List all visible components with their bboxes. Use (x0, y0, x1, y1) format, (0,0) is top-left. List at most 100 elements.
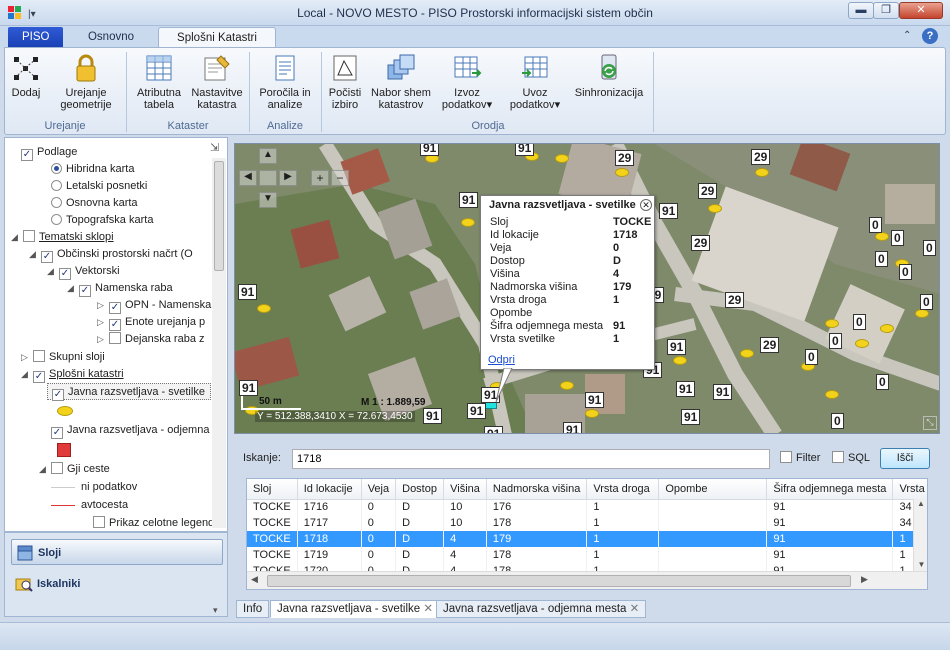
filter-checkbox[interactable]: Filter (780, 451, 820, 464)
radio-selected[interactable] (51, 163, 62, 174)
radio-osnovna[interactable]: Osnovna karta (51, 195, 138, 212)
pocisti-izbiro-button[interactable]: Počisti izbiro (325, 53, 365, 115)
checkbox-checked[interactable]: ✓ (52, 389, 64, 401)
lamp-point[interactable] (755, 168, 769, 177)
tab-close-icon[interactable]: ✕ (423, 603, 433, 615)
urejanje-geometrije-button[interactable]: Urejanje geometrije (55, 53, 117, 115)
checkbox-checked[interactable]: ✓ (109, 319, 121, 331)
tree-item-podlage[interactable]: ✓ Podlage (21, 144, 77, 161)
tree-item-vektorski[interactable]: ◢ ✓ Vektorski (47, 263, 120, 280)
expand-icon[interactable]: ▷ (97, 297, 107, 314)
tree-item-namenska[interactable]: ◢ ✓ Namenska raba (67, 280, 173, 297)
column-header[interactable]: Id lokacije (297, 479, 362, 500)
table-row[interactable]: TOCKE 1717 0 D 10 178 1 91 34 (247, 515, 927, 531)
nastavitve-katastra-button[interactable]: Nastavitve katastra (189, 53, 245, 115)
pan-down-icon[interactable]: ▼ (259, 192, 277, 208)
radio-topografska[interactable]: Topografska karta (51, 212, 153, 229)
tab-javna-svetilke[interactable]: Javna razsvetljava - svetilke ✕ (270, 600, 441, 618)
checkbox-checked[interactable]: ✓ (51, 427, 63, 439)
checkbox[interactable] (109, 332, 121, 344)
izvoz-podatkov-button[interactable]: Izvoz podatkov▾ (435, 53, 499, 115)
porocila-analize-button[interactable]: Poročila in analize (255, 53, 315, 115)
tab-osnovno[interactable]: Osnovno (72, 27, 150, 48)
grid-horizontal-scrollbar[interactable]: ◀ ▶ (247, 571, 927, 589)
nav-sloji[interactable]: Sloji (11, 539, 223, 565)
dodaj-button[interactable]: Dodaj (9, 53, 43, 115)
column-header[interactable]: Vrsta (892, 479, 927, 500)
lamp-point[interactable] (825, 390, 839, 399)
radio[interactable] (51, 180, 62, 191)
pan-up-icon[interactable]: ▲ (259, 148, 277, 164)
tab-javna-odjemna[interactable]: Javna razsvetljava - odjemna mesta ✕ (436, 600, 647, 618)
collapse-ribbon-icon[interactable]: ⌃ (903, 30, 911, 41)
checkbox[interactable] (51, 462, 63, 474)
popup-open-link[interactable]: Odpri (488, 354, 515, 366)
maximize-button[interactable]: ❐ (873, 2, 899, 19)
minimize-button[interactable]: ▬ (848, 2, 874, 19)
checkbox-checked[interactable]: ✓ (41, 251, 53, 263)
uvoz-podatkov-button[interactable]: Uvoz podatkov▾ (503, 53, 567, 115)
expand-icon[interactable]: ▷ (21, 349, 31, 366)
popup-close-icon[interactable]: ✕ (640, 199, 652, 211)
lamp-point[interactable] (825, 319, 839, 328)
tree-item-skupni[interactable]: ▷ Skupni sloji (21, 349, 105, 366)
column-header[interactable]: Sloj (247, 479, 298, 500)
collapse-icon[interactable]: ◢ (47, 263, 57, 280)
nav-iskalniki[interactable]: Iskalniki (11, 571, 223, 597)
pan-right-icon[interactable]: ▶ (279, 170, 297, 186)
grid-vertical-scrollbar[interactable]: ▲ ▼ (913, 499, 927, 571)
column-header[interactable]: Opombe (658, 479, 768, 500)
zoom-out-icon[interactable]: − (331, 170, 349, 186)
zoom-in-icon[interactable]: + (311, 170, 329, 186)
lamp-point[interactable] (875, 232, 889, 241)
lamp-point[interactable] (257, 304, 271, 313)
checkbox-checked[interactable]: ✓ (79, 285, 91, 297)
lamp-point[interactable] (880, 324, 894, 333)
tree-item-dejanska[interactable]: ▷ Dejanska raba z (97, 331, 205, 348)
close-button[interactable]: ✕ (899, 2, 943, 19)
tree-item-enote[interactable]: ▷ ✓ Enote urejanja p (97, 314, 205, 331)
tree-item-tematski[interactable]: ◢ Tematski sklopi (11, 229, 114, 246)
tree-item-gji-ceste[interactable]: ◢ Gji ceste (39, 461, 110, 478)
tree-scrollbar[interactable] (212, 158, 226, 528)
collapse-icon[interactable]: ◢ (29, 246, 39, 263)
table-row[interactable]: TOCKE 1719 0 D 4 178 1 91 1 (247, 547, 927, 563)
lamp-point[interactable] (555, 154, 569, 163)
lamp-point[interactable] (560, 381, 574, 390)
tree-item-splosni[interactable]: ◢ ✓ Splošni katastri (21, 366, 124, 383)
collapse-icon[interactable]: ◢ (11, 229, 21, 246)
radio[interactable] (51, 197, 62, 208)
radio-hibridna[interactable]: Hibridna karta (51, 161, 134, 178)
nabor-shem-button[interactable]: Nabor shem katastrov (369, 53, 433, 115)
tree-item-javna-svetilke[interactable]: ✓ Javna razsvetljava - svetilke (47, 383, 211, 401)
prikaz-celotne-legende[interactable]: Prikaz celotne legende (93, 515, 215, 532)
tree-item-obcinski[interactable]: ◢ ✓ Občinski prostorski načrt (O (29, 246, 193, 263)
checkbox-checked[interactable]: ✓ (59, 268, 71, 280)
checkbox[interactable] (33, 350, 45, 362)
tab-splosni-katastri[interactable]: Splošni Katastri (158, 27, 276, 48)
tree-item-javna-odjemna[interactable]: ✓ Javna razsvetljava - odjemna (51, 422, 209, 439)
pan-left-icon[interactable]: ◀ (239, 170, 257, 186)
checkbox-checked[interactable]: ✓ (21, 149, 33, 161)
radio-letalski[interactable]: Letalski posnetki (51, 178, 147, 195)
column-header[interactable]: Šifra odjemnega mesta (766, 479, 894, 500)
map-resize-icon[interactable]: ⤡ (923, 416, 937, 430)
lamp-point[interactable] (673, 356, 687, 365)
lamp-point[interactable] (740, 349, 754, 358)
lamp-point[interactable] (615, 168, 629, 177)
scrollbar-thumb[interactable] (267, 575, 851, 587)
expand-icon[interactable]: ▷ (97, 331, 107, 348)
scrollbar-thumb[interactable] (214, 161, 224, 271)
tab-piso[interactable]: PISO (8, 27, 63, 48)
lamp-point[interactable] (461, 218, 475, 227)
lamp-point[interactable] (585, 409, 599, 418)
expand-icon[interactable]: ▷ (97, 314, 107, 331)
lamp-point[interactable] (915, 309, 929, 318)
tree-item-opn[interactable]: ▷ ✓ OPN - Namenska (97, 297, 211, 314)
checkbox[interactable] (23, 230, 35, 242)
column-header[interactable]: Višina (443, 479, 487, 500)
help-icon[interactable]: ? (922, 28, 938, 44)
tab-close-icon[interactable]: ✕ (630, 603, 640, 615)
collapse-icon[interactable]: ◢ (39, 461, 49, 478)
pan-center-icon[interactable] (259, 170, 277, 186)
